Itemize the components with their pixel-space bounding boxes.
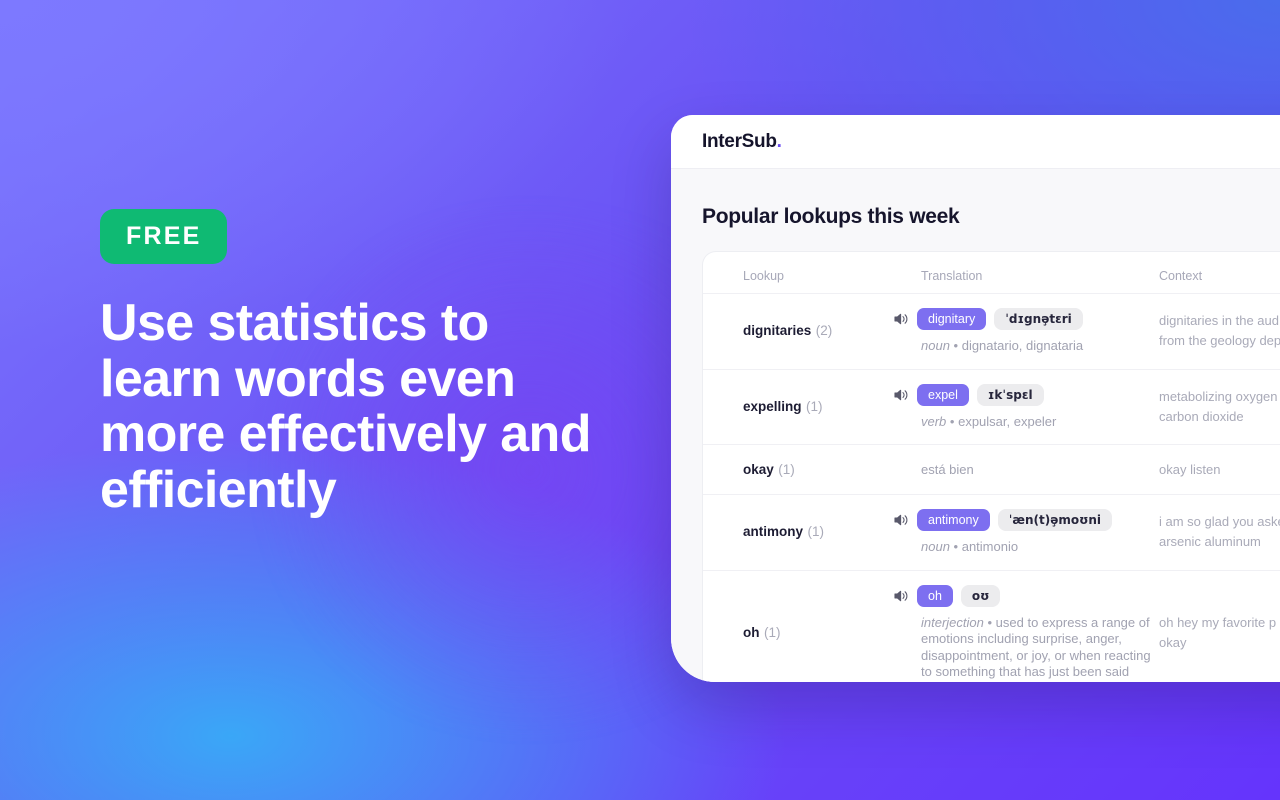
sense-text: • dignatario, dignataria xyxy=(953,338,1084,353)
speaker-icon[interactable] xyxy=(893,387,909,403)
column-header-translation: Translation xyxy=(921,269,983,283)
speaker-icon[interactable] xyxy=(893,588,909,604)
context-cell: oh hey my favorite p okay xyxy=(1159,614,1277,650)
context-cell: i am so glad you aske arsenic aluminum xyxy=(1159,514,1280,550)
app-logo[interactable]: InterSub. xyxy=(702,131,782,153)
sense-text: • expulsar, expeler xyxy=(949,413,1057,429)
table-row[interactable]: expelling (1) expel ɪkˈspɛl verb • expul… xyxy=(703,368,1280,445)
app-logo-dot: . xyxy=(776,130,782,152)
lookup-count: (2) xyxy=(815,323,833,339)
column-header-lookup: Lookup xyxy=(743,269,785,283)
table-row[interactable]: dignitaries (2) dignitary ˈdɪgnə̧tɛri no… xyxy=(703,293,1280,369)
context-cell: okay listen xyxy=(1159,461,1221,477)
translation-sense: verb • expulsar, expeler xyxy=(921,414,1159,431)
table-row[interactable]: antimony (1) antimony ˈæn(t)ə̧moʊni noun… xyxy=(703,494,1280,570)
speaker-icon[interactable] xyxy=(893,512,909,528)
hero-headline: Use statistics to learn words even more … xyxy=(100,294,591,519)
sense-text: • antimonio xyxy=(953,539,1019,554)
plain-translation: está bien xyxy=(921,461,974,477)
translation-cell: antimony ˈæn(t)ə̧moʊni noun • antimonio xyxy=(894,509,1159,556)
lookup-count: (1) xyxy=(778,461,795,477)
lookup-word: expelling xyxy=(743,398,802,414)
translation-cell: dignitary ˈdɪgnə̧tɛri noun • dignatario,… xyxy=(894,308,1159,355)
translation-cell: está bien xyxy=(921,461,1159,479)
ipa-badge: ˈæn(t)ə̧moʊni xyxy=(997,509,1113,531)
translation-badges: dignitary ˈdɪgnə̧tɛri xyxy=(893,308,1159,330)
translation-badge[interactable]: expel xyxy=(917,383,969,406)
context-cell: dignitaries in the aud from the geology … xyxy=(1159,313,1280,349)
ipa-badge: oʊ xyxy=(960,584,1001,607)
lookups-table: Lookup Translation Context dignitaries (… xyxy=(702,251,1280,682)
translation-sense: noun • antimonio xyxy=(921,539,1159,556)
translation-badge[interactable]: oh xyxy=(917,584,953,607)
translation-badges: antimony ˈæn(t)ə̧moʊni xyxy=(893,509,1159,531)
lookup-count: (1) xyxy=(805,398,823,414)
lookup-word: antimony xyxy=(743,524,804,540)
table-row[interactable]: okay (1) está bien okay listen xyxy=(703,444,1280,494)
table-header-row: Lookup Translation Context xyxy=(703,252,1280,293)
translation-badges: expel ɪkˈspɛl xyxy=(893,383,1159,406)
app-logo-name: InterSub xyxy=(702,130,777,152)
lookup-count: (1) xyxy=(763,624,781,640)
part-of-speech: noun xyxy=(921,338,950,353)
part-of-speech: noun xyxy=(921,539,950,554)
translation-sense: interjection • used to express a range o… xyxy=(921,615,1159,681)
app-body: Popular lookups this week Lookup Transla… xyxy=(671,169,1280,682)
part-of-speech: verb xyxy=(921,413,947,429)
translation-cell: expel ɪkˈspɛl verb • expulsar, expeler xyxy=(894,383,1159,431)
free-badge: FREE xyxy=(100,209,228,264)
ipa-badge: ˈdɪgnə̧tɛri xyxy=(994,308,1083,330)
table-row[interactable]: oh (1) oh oʊ interjection • used to expr… xyxy=(703,569,1280,683)
lookup-cell: oh (1) xyxy=(743,624,921,642)
speaker-icon[interactable] xyxy=(893,311,909,327)
hero-section: FREE Use statistics to learn words even … xyxy=(100,209,620,518)
translation-badges: oh oʊ xyxy=(893,584,1159,607)
lookup-word: dignitaries xyxy=(743,323,812,339)
ipa-badge: ɪkˈspɛl xyxy=(976,383,1044,406)
page-title: Popular lookups this week xyxy=(702,205,960,228)
part-of-speech: interjection xyxy=(921,614,984,630)
lookup-word: oh xyxy=(743,624,760,640)
translation-badge[interactable]: dignitary xyxy=(917,308,987,330)
app-header: InterSub. xyxy=(671,115,1280,169)
lookup-cell: okay (1) xyxy=(743,461,921,479)
app-preview-card: InterSub. Popular lookups this week Look… xyxy=(671,115,1280,682)
lookup-count: (1) xyxy=(807,524,824,540)
translation-badge[interactable]: antimony xyxy=(917,509,990,531)
translation-cell: oh oʊ interjection • used to express a r… xyxy=(894,584,1159,681)
column-header-context: Context xyxy=(1159,269,1203,283)
translation-sense: noun • dignatario, dignataria xyxy=(921,338,1159,355)
lookup-word: okay xyxy=(743,461,774,477)
context-cell: metabolizing oxygen carbon dioxide xyxy=(1159,388,1278,424)
